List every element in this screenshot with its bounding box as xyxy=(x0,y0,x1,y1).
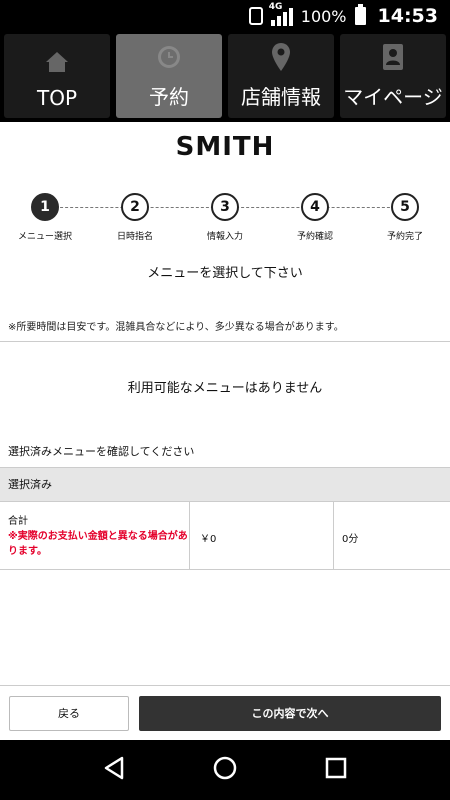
step-4-number: 4 xyxy=(301,193,329,221)
confirm-selected-label: 選択済みメニューを確認してください xyxy=(8,445,195,458)
step-4-label: 予約確認 xyxy=(296,232,333,242)
home-icon xyxy=(44,44,70,80)
progress-steps: 1 メニュー選択 2 日時指名 3 情報入力 4 予約確認 5 予約完了 xyxy=(0,193,450,248)
step-3: 3 情報入力 xyxy=(180,193,270,242)
step-2-label: 日時指名 xyxy=(116,232,153,242)
total-price: ￥0 xyxy=(190,502,334,569)
back-triangle-icon[interactable] xyxy=(103,756,125,784)
home-circle-icon[interactable] xyxy=(212,755,238,785)
recents-square-icon[interactable] xyxy=(325,757,347,783)
person-card-icon xyxy=(382,39,404,75)
totals-row: 合計 ※実際のお支払い金額と異なる場合があります。 ￥0 0分 xyxy=(0,502,450,570)
step-2: 2 日時指名 xyxy=(90,193,180,242)
empty-menu-message: 利用可能なメニューはありません xyxy=(127,381,323,396)
tab-store-info[interactable]: 店舗情報 xyxy=(228,34,334,118)
step-4: 4 予約確認 xyxy=(270,193,360,242)
top-nav: TOP 予約 店舗情報 マイページ xyxy=(0,32,450,122)
footer-divider xyxy=(0,685,450,686)
step-5-number: 5 xyxy=(391,193,419,221)
total-label: 合計 xyxy=(8,516,28,527)
tab-reservation[interactable]: 予約 xyxy=(116,34,222,118)
battery-percent: 100% xyxy=(300,6,347,26)
next-button[interactable]: この内容で次へ xyxy=(139,696,441,731)
step-5: 5 予約完了 xyxy=(360,193,450,242)
tab-reservation-label: 予約 xyxy=(149,85,189,109)
step-1-label: メニュー選択 xyxy=(17,232,72,242)
clock-icon xyxy=(156,39,182,75)
back-button[interactable]: 戻る xyxy=(9,696,129,731)
signal-icon: 4G xyxy=(269,2,293,26)
system-nav-bar xyxy=(0,740,450,800)
tab-top[interactable]: TOP xyxy=(4,34,110,118)
network-type: 4G xyxy=(268,2,283,12)
status-bar: 4G 100% 14:53 xyxy=(0,0,450,32)
shop-name: SMITH xyxy=(175,132,275,162)
clock: 14:53 xyxy=(377,5,438,27)
duration-note: ※所要時間は目安です。混雑具合などにより、多少異なる場合があります。 xyxy=(8,322,344,333)
step-5-label: 予約完了 xyxy=(386,232,423,242)
step-3-label: 情報入力 xyxy=(206,232,243,242)
selected-header: 選択済み xyxy=(0,467,450,502)
payment-warning: ※実際のお支払い金額と異なる場合があります。 xyxy=(8,531,188,557)
divider xyxy=(0,341,450,342)
tab-mypage[interactable]: マイページ xyxy=(340,34,446,118)
battery-icon xyxy=(354,4,366,25)
map-pin-icon xyxy=(271,39,291,75)
tab-store-info-label: 店舗情報 xyxy=(241,85,321,109)
tab-top-label: TOP xyxy=(36,86,78,110)
vibrate-icon xyxy=(248,7,263,25)
total-duration: 0分 xyxy=(342,534,359,545)
step-3-number: 3 xyxy=(211,193,239,221)
step-1-number: 1 xyxy=(31,193,59,221)
instruction-text: メニューを選択して下さい xyxy=(147,266,303,281)
total-label-cell: 合計 ※実際のお支払い金額と異なる場合があります。 xyxy=(0,502,190,569)
tab-mypage-label: マイページ xyxy=(343,85,443,109)
step-1: 1 メニュー選択 xyxy=(0,193,90,242)
step-2-number: 2 xyxy=(121,193,149,221)
